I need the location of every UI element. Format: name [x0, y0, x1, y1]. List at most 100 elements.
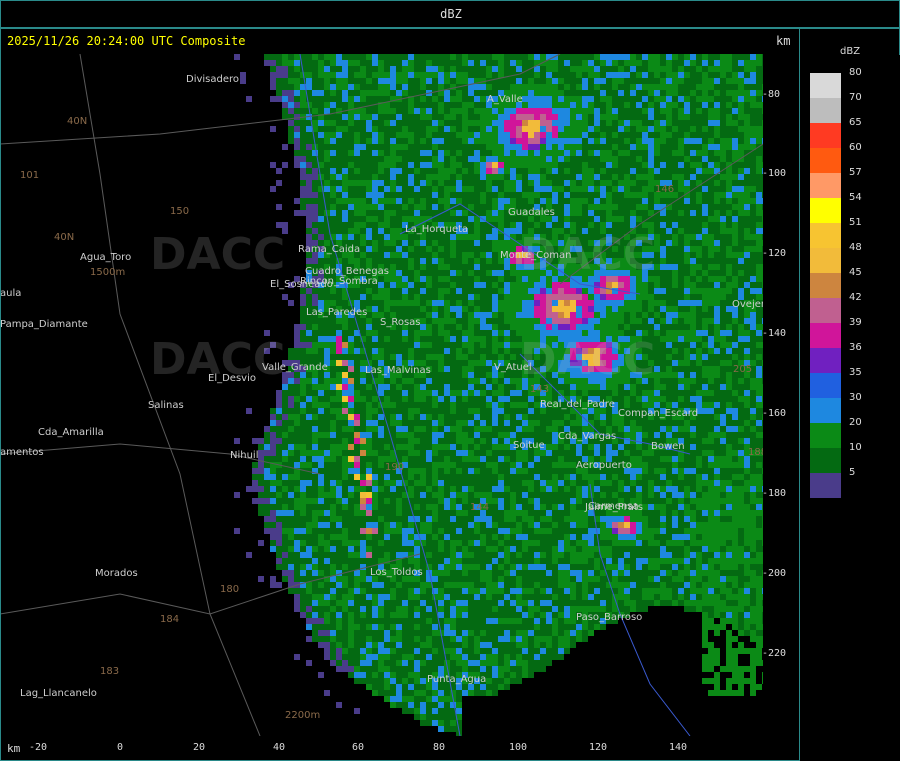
legend-swatch	[810, 423, 841, 448]
place-label: Carmensa	[588, 501, 639, 512]
reflectivity-cells	[234, 54, 763, 736]
place-label: Morados	[95, 568, 138, 579]
legend-swatch	[810, 198, 841, 223]
route-label: 188	[748, 447, 763, 458]
route-label: 205	[733, 364, 753, 375]
place-label: Valle_Grande	[262, 362, 328, 373]
legend-label: 51	[849, 217, 862, 228]
place-label: El_Desvio	[208, 373, 256, 384]
place-label: Cda_Amarilla	[38, 427, 104, 438]
legend-label: 35	[849, 367, 862, 378]
route-label: 144	[470, 502, 490, 513]
boundary-line	[79, 54, 261, 736]
legend-swatch	[810, 173, 841, 198]
x-tick-label: 100	[508, 742, 528, 753]
place-label: Guadales	[508, 207, 555, 218]
legend-swatch	[810, 448, 841, 473]
color-legend: dBZ 80 70 65 60 57 54 51 48 45 42 39 36 35 30 20 10 5	[799, 28, 900, 761]
y-tick-label: -140	[762, 328, 787, 339]
place-label: Nihuil	[230, 450, 259, 461]
route-label: 180	[220, 584, 240, 595]
place-label: Punta_Agua	[427, 674, 487, 685]
place-label: Agua_Toro	[80, 252, 132, 263]
legend-swatch	[810, 98, 841, 123]
legend-label: 65	[849, 117, 862, 128]
legend-title: dBZ	[840, 46, 861, 57]
place-label: Salinas	[148, 400, 184, 411]
y-tick-label: -220	[762, 648, 787, 659]
x-tick-label: 120	[588, 742, 608, 753]
legend-swatch	[810, 398, 841, 423]
place-label: A_Valle	[487, 94, 523, 105]
radar-map[interactable]: DACC DACC DACC DACC Divisadero Agua_Toro Pamp…	[0, 54, 763, 736]
route-label: 40N	[54, 232, 75, 243]
legend-swatch	[810, 73, 841, 98]
place-label: aula	[0, 288, 22, 299]
route-label: 143	[530, 384, 550, 395]
place-label: La_Horqueta	[405, 224, 469, 235]
x-tick-label: 140	[668, 742, 688, 753]
legend-label: 57	[849, 167, 862, 178]
x-tick-label: -20	[28, 742, 48, 753]
y-axis-unit: km	[776, 34, 791, 48]
place-label: Divisadero	[186, 74, 240, 85]
title-bar: dBZ	[0, 0, 900, 28]
legend-label: 70	[849, 92, 862, 103]
radar-reflectivity-layer: DACCDACCDACCDACC	[0, 54, 763, 736]
route-label: 146	[655, 184, 675, 195]
place-label: Paso_Barroso	[576, 612, 643, 623]
place-label: Cuadro_Benegas	[305, 266, 389, 277]
route-label: 2200m	[285, 710, 321, 721]
place-label: Aeropuerto	[576, 460, 632, 471]
route-label: 184	[160, 614, 180, 625]
legend-label: 42	[849, 292, 862, 303]
place-label: El_Sosneado	[270, 279, 333, 290]
place-label: Monte_Coman	[500, 250, 572, 261]
y-tick-label: -100	[762, 168, 787, 179]
legend-label: 80	[849, 67, 862, 78]
legend-swatch	[810, 248, 841, 273]
route-label: 190	[385, 462, 405, 473]
place-label: Real_del_Padre	[540, 399, 615, 410]
legend-label: 5	[849, 467, 856, 478]
x-tick-label: 40	[272, 742, 286, 753]
place-label: Compan_Escard	[618, 408, 699, 419]
place-label: amentos	[0, 447, 44, 458]
legend-swatch	[810, 373, 841, 398]
place-label: Lag_Llancanelo	[20, 688, 97, 699]
legend-label: 54	[849, 192, 862, 203]
legend-swatch	[810, 223, 841, 248]
x-tick-label: 60	[351, 742, 365, 753]
x-tick-label: 0	[116, 742, 124, 753]
place-label: Cda_Vargas	[558, 431, 617, 442]
route-label: 40N	[67, 116, 88, 127]
place-label: Rama_Caida	[298, 244, 361, 255]
legend-swatch	[810, 273, 841, 298]
place-label: Ovejero	[732, 299, 763, 310]
y-tick-label: -200	[762, 568, 787, 579]
legend-label: 39	[849, 317, 862, 328]
product-title: dBZ	[440, 7, 462, 21]
x-tick-label: 80	[432, 742, 446, 753]
scan-timestamp: 2025/11/26 20:24:00 UTC Composite	[7, 34, 246, 48]
legend-label: 60	[849, 142, 862, 153]
route-label: 150	[170, 206, 190, 217]
place-label: Las_Paredes	[306, 307, 368, 318]
place-label: S_Rosas	[380, 317, 421, 328]
legend-label: 20	[849, 417, 862, 428]
y-tick-label: -80	[762, 89, 781, 100]
legend-label: 48	[849, 242, 862, 253]
y-tick-label: -180	[762, 488, 787, 499]
route-label: 101	[20, 170, 40, 181]
place-label: V_Atuel	[494, 362, 532, 373]
legend-label: 45	[849, 267, 862, 278]
y-tick-label: -120	[762, 248, 787, 259]
y-tick-label: -160	[762, 408, 787, 419]
route-label: 1500m	[90, 267, 126, 278]
place-label: Pampa_Diamante	[0, 319, 88, 330]
place-label: Bowen	[651, 441, 685, 452]
legend-swatch	[810, 123, 841, 148]
legend-swatch	[810, 323, 841, 348]
legend-swatch	[810, 298, 841, 323]
place-label: Soitue	[513, 440, 545, 451]
